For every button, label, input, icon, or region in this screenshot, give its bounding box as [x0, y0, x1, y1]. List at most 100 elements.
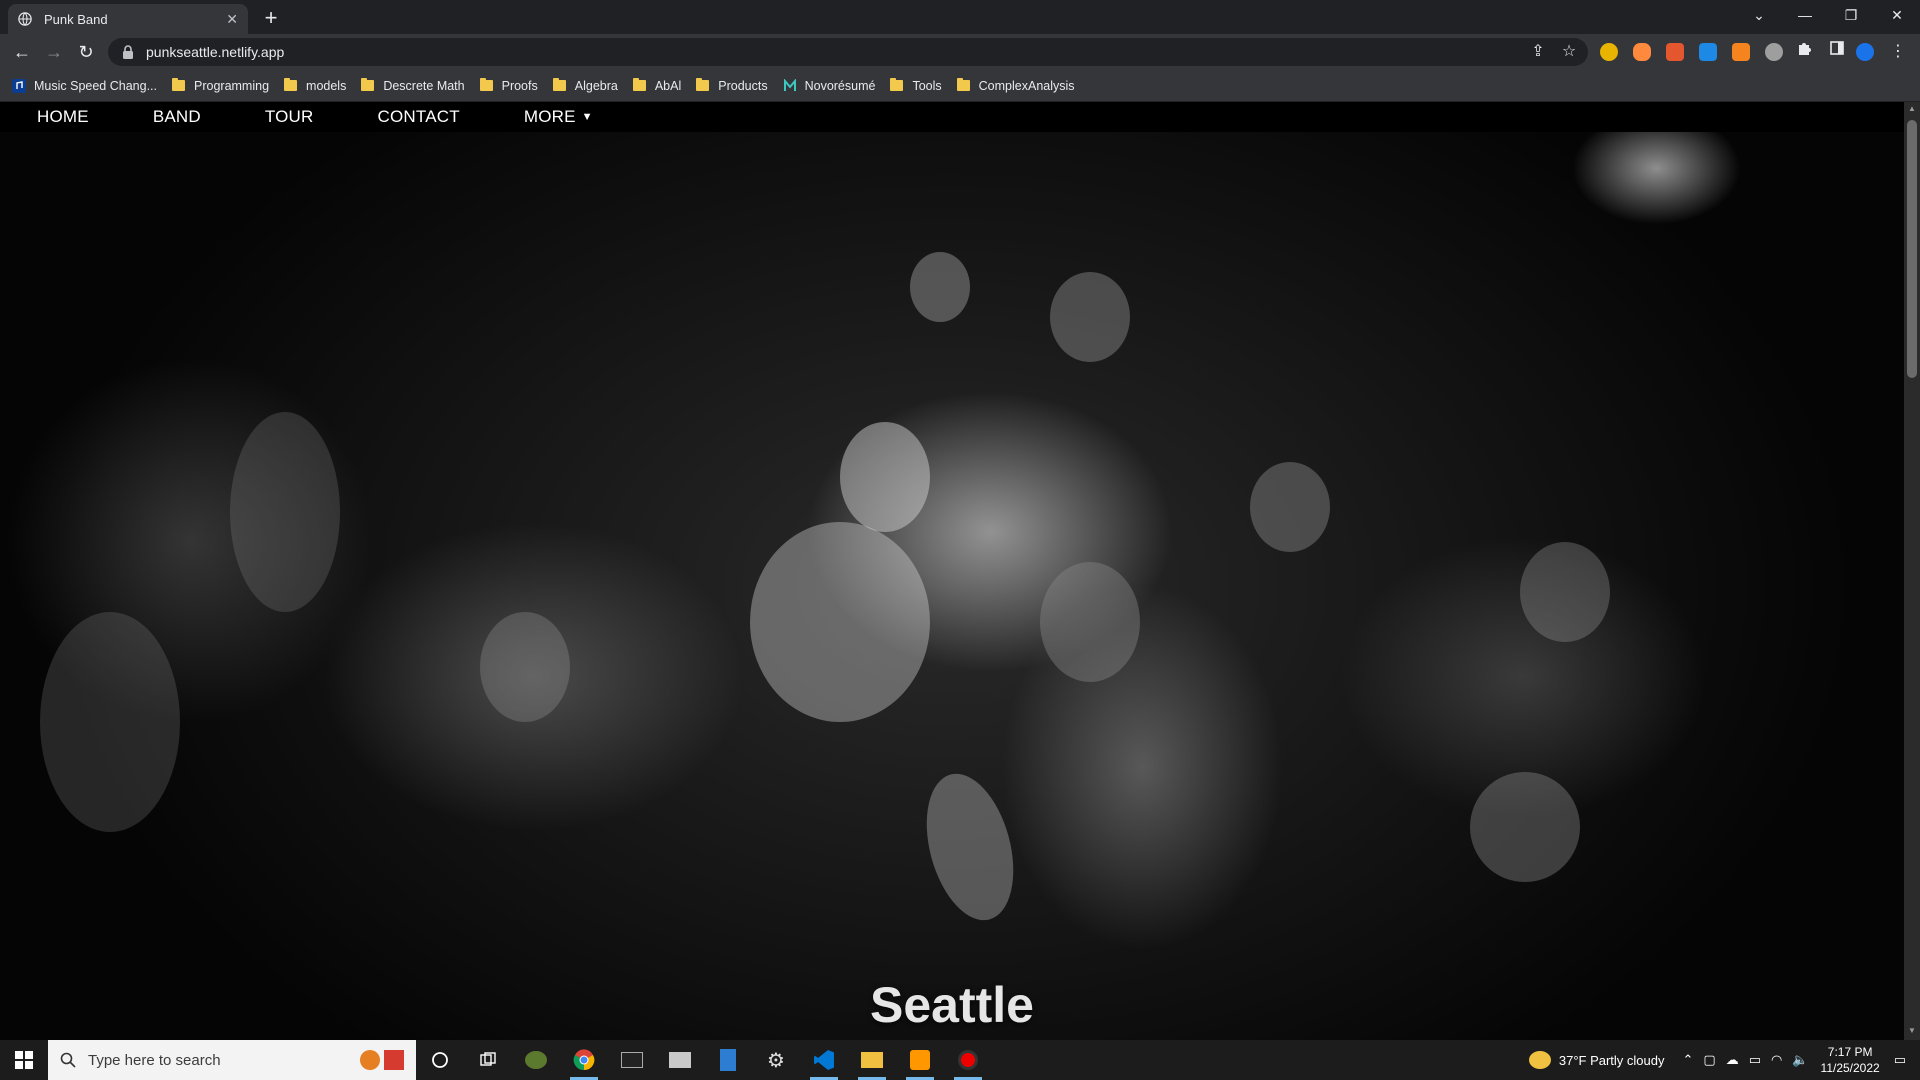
folder-icon — [632, 78, 646, 91]
reload-button[interactable]: ↻ — [72, 40, 100, 64]
bookmark-label: Music Speed Chang... — [34, 78, 157, 93]
address-bar[interactable]: punkseattle.netlify.app — [108, 38, 1588, 66]
music-icon — [12, 78, 26, 93]
bookmark-item[interactable]: Music Speed Chang... — [12, 78, 157, 93]
start-button[interactable] — [0, 1040, 48, 1080]
scroll-up-icon[interactable]: ▲ — [1907, 104, 1917, 116]
bookmark-folder[interactable]: AbAl — [632, 78, 682, 93]
search-icon — [60, 1052, 76, 1068]
extension-icon[interactable] — [1633, 43, 1651, 61]
forward-button[interactable]: → — [40, 40, 68, 64]
chevron-up-icon[interactable]: ⌃ — [1683, 1052, 1694, 1068]
bookmark-folder[interactable]: Algebra — [552, 78, 618, 93]
scroll-down-icon[interactable]: ▼ — [1907, 1026, 1917, 1038]
weather-text[interactable]: 37°F Partly cloudy — [1559, 1053, 1665, 1068]
chrome-icon[interactable] — [560, 1040, 608, 1080]
restore-button[interactable]: ❐ — [1828, 0, 1874, 30]
nav-tour-link[interactable]: TOUR — [265, 107, 314, 127]
menu-kebab-icon[interactable]: ⋮ — [1886, 40, 1910, 64]
bookmark-folder[interactable]: Tools — [890, 78, 942, 93]
crowd-figure — [40, 612, 180, 832]
scrollbar-thumb[interactable] — [1907, 120, 1917, 378]
tab-title: Punk Band — [44, 11, 108, 27]
weather-icon — [1528, 1051, 1551, 1069]
onedrive-cloud-icon[interactable]: ☁ — [1726, 1052, 1739, 1068]
crowd-figure — [1250, 462, 1330, 552]
folder-icon — [956, 78, 970, 91]
meet-now-icon[interactable]: ▢ — [1703, 1052, 1715, 1068]
extension-icon[interactable] — [1666, 43, 1684, 61]
crowd-figure — [1470, 772, 1580, 882]
cortana-icon[interactable] — [416, 1040, 464, 1080]
calculator-icon[interactable] — [704, 1040, 752, 1080]
notifications-icon[interactable]: ▭ — [1894, 1052, 1906, 1068]
browser-tab-strip: Punk Band ✕ + ⌄ — ❐ ✕ — [0, 0, 1920, 34]
crowd-figure — [480, 612, 570, 722]
profile-avatar[interactable] — [1856, 43, 1874, 61]
metamask-icon[interactable] — [1732, 43, 1750, 61]
bookmark-label: Products — [718, 78, 768, 93]
windows-taskbar: Type here to search ⚙ 37°F Partly cloudy… — [0, 1040, 1920, 1080]
back-button[interactable]: ← — [8, 40, 36, 64]
hero-crowd-photo: Seattle — [0, 132, 1904, 1040]
nav-band-link[interactable]: BAND — [153, 107, 201, 127]
nav-more-dropdown[interactable]: MORE ▼ — [524, 107, 593, 127]
system-tray: 37°F Partly cloudy ⌃ ▢ ☁ ▭ ◠ 🔈 7:17 PM 1… — [1528, 1040, 1920, 1080]
bookmark-star-icon[interactable]: ☆ — [1557, 40, 1581, 64]
page-scrollbar[interactable]: ▲ ▼ — [1904, 102, 1920, 1040]
bookmark-folder[interactable]: Products — [696, 78, 768, 93]
nav-more-label: MORE — [523, 107, 576, 126]
extension-icon[interactable] — [1600, 43, 1618, 61]
extension-icon[interactable] — [1765, 43, 1783, 61]
taskbar-search-box[interactable]: Type here to search — [48, 1040, 416, 1080]
tab-search-icon[interactable]: ⌄ — [1736, 0, 1782, 30]
folder-icon — [172, 78, 185, 91]
bookmark-label: Programming — [194, 78, 270, 93]
battery-icon[interactable]: ▭ — [1749, 1052, 1761, 1068]
share-icon[interactable]: ⇪ — [1526, 40, 1550, 64]
folder-icon — [696, 78, 710, 91]
sublime-text-icon[interactable] — [896, 1040, 944, 1080]
novoresume-icon — [783, 78, 796, 91]
folder-icon — [479, 78, 493, 91]
nav-home-link[interactable]: HOME — [37, 107, 89, 127]
bookmark-folder[interactable]: Programming — [172, 78, 270, 93]
url-text[interactable]: punkseattle.netlify.app — [146, 44, 284, 60]
bookmark-folder[interactable]: ComplexAnalysis — [956, 78, 1075, 93]
new-tab-button[interactable]: + — [258, 6, 284, 32]
crowd-figure — [911, 764, 1029, 930]
vscode-icon[interactable] — [800, 1040, 848, 1080]
crowd-figure — [840, 422, 930, 532]
file-explorer-icon[interactable] — [848, 1040, 896, 1080]
site-navbar: HOME BAND TOUR CONTACT MORE ▼ — [0, 102, 1904, 132]
folder-icon — [552, 78, 566, 91]
crowd-figure — [910, 252, 970, 322]
tab-punk-band[interactable]: Punk Band ✕ — [8, 4, 248, 34]
nav-contact-link[interactable]: CONTACT — [378, 107, 460, 127]
close-window-button[interactable]: ✕ — [1874, 0, 1920, 30]
folder-icon — [361, 78, 375, 91]
turtle-app-icon[interactable] — [512, 1040, 560, 1080]
screen-recorder-icon[interactable] — [944, 1040, 992, 1080]
settings-gear-icon[interactable]: ⚙ — [752, 1040, 800, 1080]
side-panel-icon[interactable] — [1825, 40, 1849, 64]
clock[interactable]: 7:17 PM 11/25/2022 — [1821, 1044, 1880, 1076]
terminal-icon[interactable] — [608, 1040, 656, 1080]
minimize-button[interactable]: — — [1782, 0, 1828, 30]
bookmark-item[interactable]: Novorésumé — [783, 78, 876, 93]
browser-toolbar: ← → ↻ punkseattle.netlify.app ⇪ ☆ ⋮ — [0, 34, 1920, 70]
hero-title: Seattle — [870, 977, 1034, 1033]
bookmark-label: Novorésumé — [804, 78, 876, 93]
bookmark-folder[interactable]: models — [284, 78, 346, 93]
extension-icon[interactable] — [1699, 43, 1717, 61]
extensions-puzzle-icon[interactable] — [1793, 40, 1817, 64]
bookmark-folder[interactable]: Descrete Math — [361, 78, 465, 93]
task-view-icon[interactable] — [464, 1040, 512, 1080]
bookmark-label: AbAl — [654, 78, 682, 93]
bookmark-folder[interactable]: Proofs — [479, 78, 538, 93]
close-tab-icon[interactable]: ✕ — [226, 11, 238, 28]
lock-icon[interactable] — [122, 45, 134, 59]
photos-icon[interactable] — [656, 1040, 704, 1080]
wifi-icon[interactable]: ◠ — [1771, 1052, 1782, 1068]
volume-icon[interactable]: 🔈 — [1792, 1052, 1808, 1068]
